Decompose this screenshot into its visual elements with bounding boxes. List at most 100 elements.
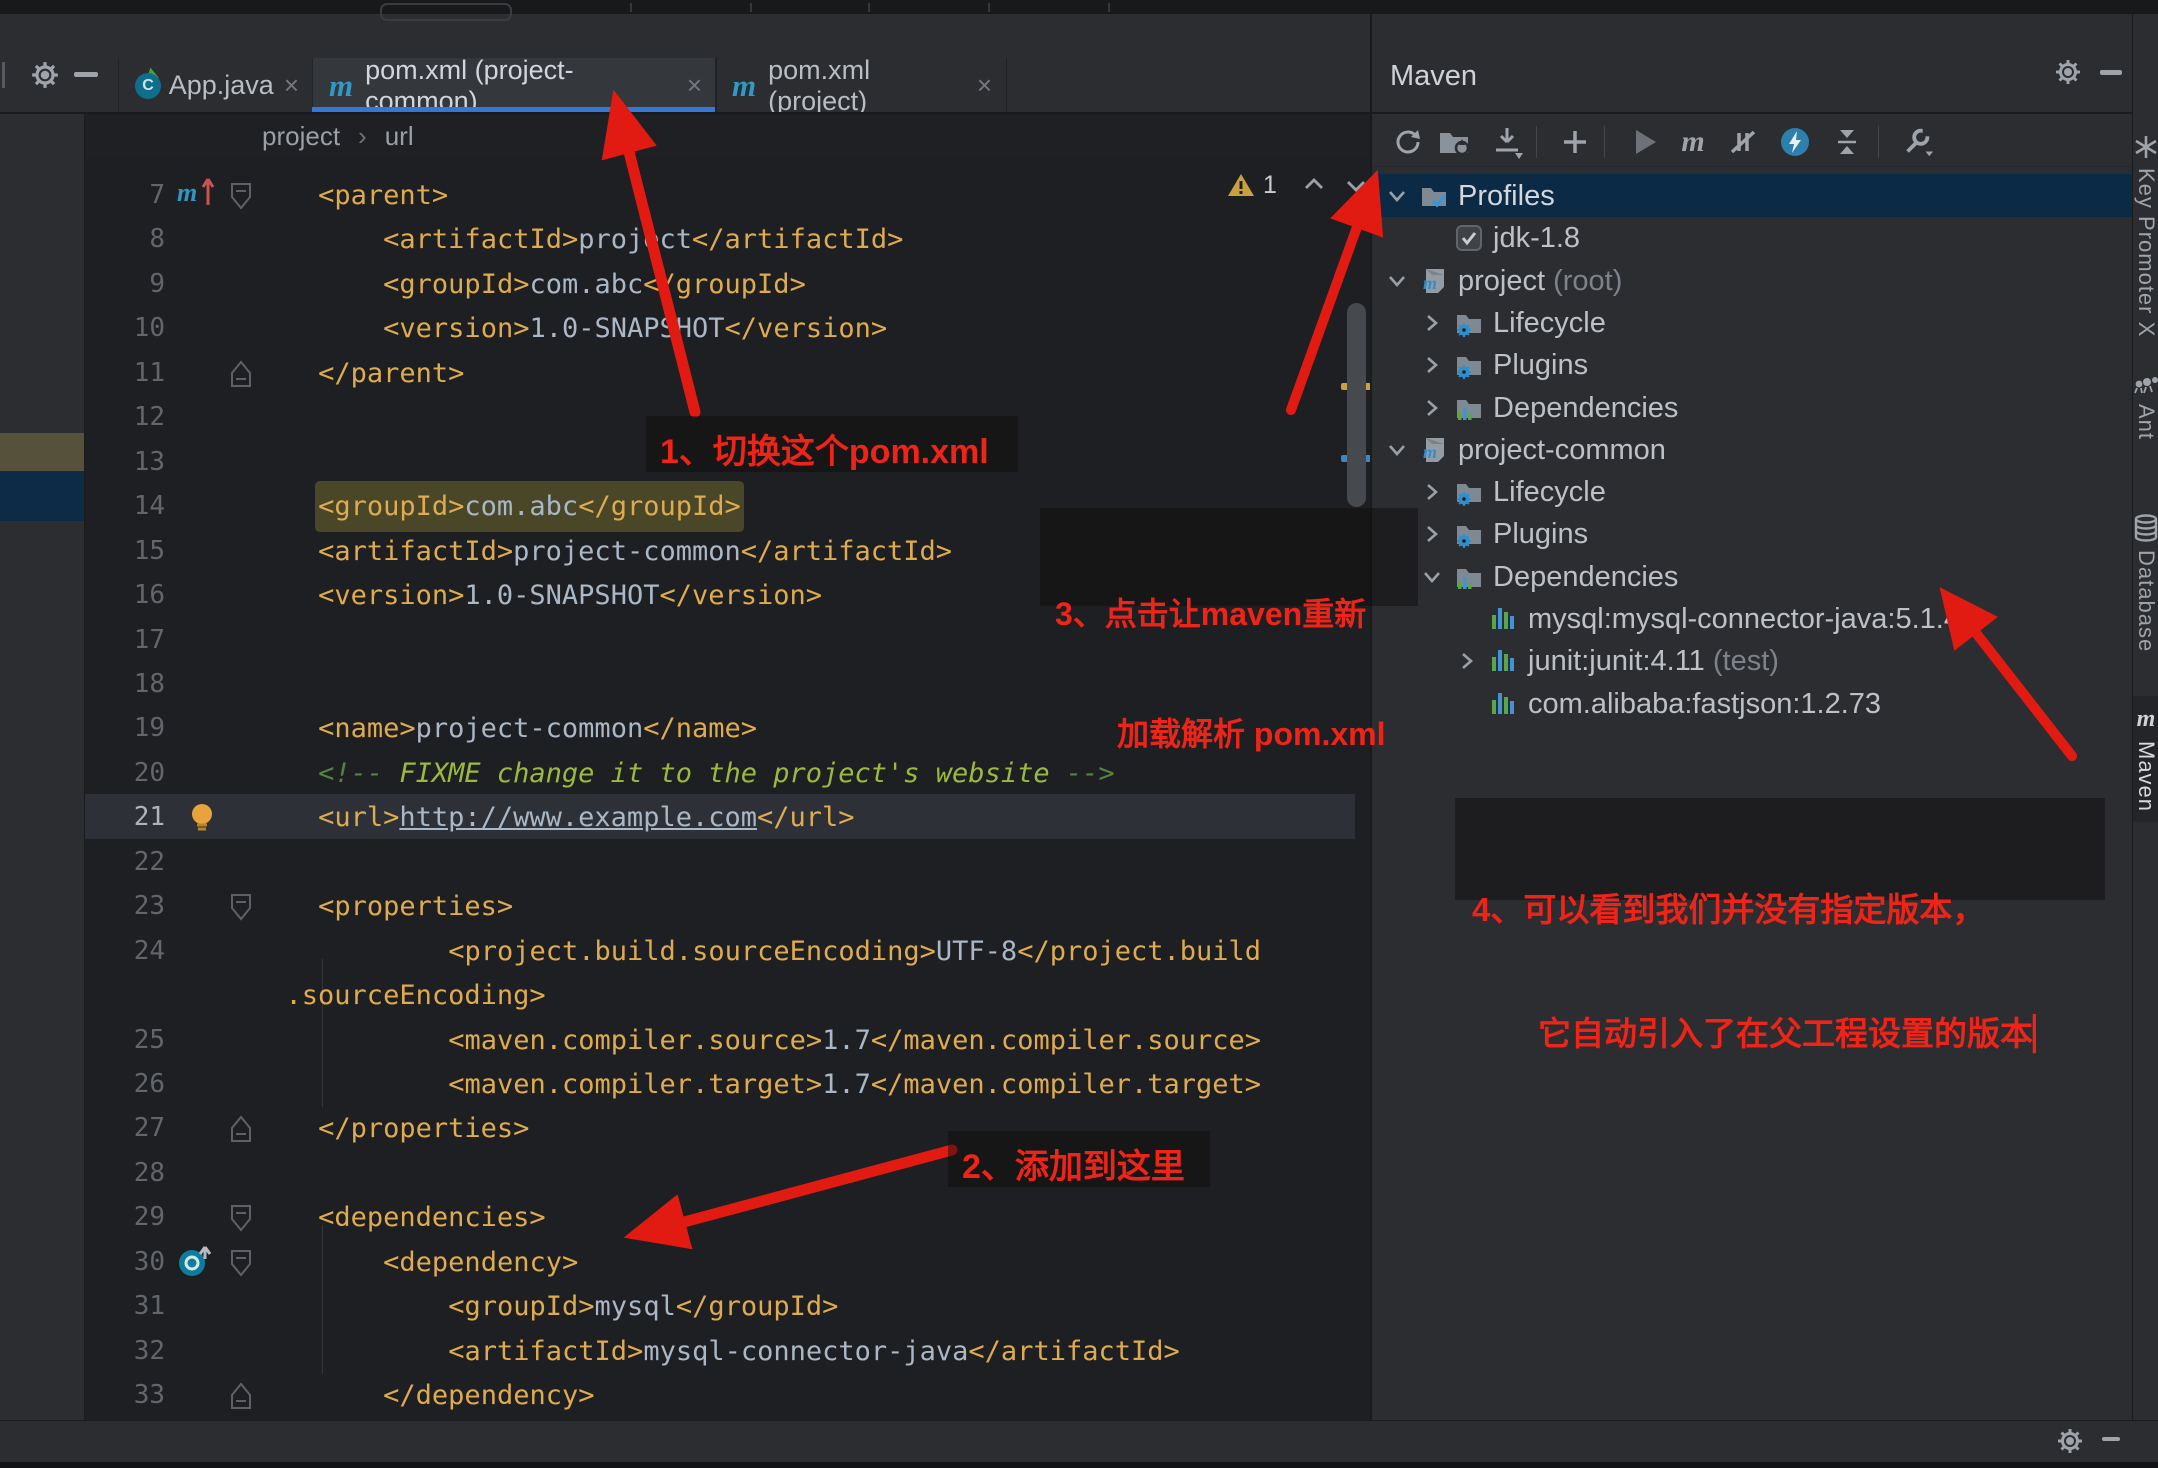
chevron-down-icon[interactable]	[1386, 270, 1408, 292]
folder-gear-icon	[1455, 309, 1483, 337]
bottom-minimize-icon[interactable]	[2102, 1437, 2120, 1441]
fold-marker-start[interactable]	[230, 1249, 252, 1277]
line-number: 20	[90, 751, 165, 796]
maven-tree-item-dependencies[interactable]: Dependencies	[1372, 556, 2132, 598]
checkbox-checked-icon[interactable]	[1455, 224, 1483, 252]
chevron-down-icon[interactable]	[1386, 439, 1408, 461]
skip-tests-icon[interactable]	[1726, 118, 1760, 166]
stripe-button-database[interactable]: Database	[2133, 514, 2158, 652]
fold-marker-start[interactable]	[230, 893, 252, 921]
database-icon	[2133, 514, 2158, 542]
editor-line-7[interactable]: 7m<parent>	[85, 173, 1370, 218]
editor-line-10[interactable]: 10<version>1.0-SNAPSHOT</version>	[85, 306, 1370, 351]
breadcrumb-separator: ›	[358, 121, 367, 152]
line-number: 32	[90, 1329, 165, 1374]
editor-gear-icon[interactable]	[30, 60, 60, 95]
tab-pom-xml-project-common-[interactable]: mpom.xml (project-common)×	[312, 58, 717, 113]
editor-scrollbar[interactable]	[1347, 303, 1366, 507]
stripe-button-ant[interactable]: Ant	[2133, 370, 2158, 440]
chevron-down-icon[interactable]	[1386, 185, 1408, 207]
chevron-right-icon[interactable]	[1421, 523, 1443, 545]
maven-tree-item-plugins[interactable]: Plugins	[1372, 344, 2132, 386]
close-icon[interactable]: ×	[977, 70, 992, 101]
collapse-all-icon[interactable]	[1830, 118, 1864, 166]
download-sources-icon[interactable]	[1490, 118, 1524, 166]
maven-tree-item-dependencies[interactable]: Dependencies	[1372, 387, 2132, 429]
tab-pom-xml-project-[interactable]: mpom.xml (project)×	[715, 58, 1007, 113]
maven-tree-item-com-alibaba-fastjson-1-2-73[interactable]: com.alibaba:fastjson:1.2.73	[1372, 683, 2132, 725]
maven-minimize-icon[interactable]	[2100, 70, 2122, 75]
line-number: 12	[90, 395, 165, 440]
line-number: 31	[90, 1284, 165, 1329]
chevron-right-icon[interactable]	[1456, 650, 1478, 672]
code-text: <artifactId>mysql-connector-java</artifa…	[448, 1329, 1180, 1374]
generate-sources-icon[interactable]	[1438, 118, 1472, 166]
tab-app-java[interactable]: CApp.java×	[118, 58, 314, 113]
chevron-right-icon[interactable]	[1421, 312, 1443, 334]
chevron-right-icon[interactable]	[1421, 354, 1443, 376]
class-upload-icon[interactable]	[177, 1245, 223, 1290]
fold-marker-end[interactable]	[230, 1115, 252, 1143]
toggle-offline-icon[interactable]	[1778, 118, 1812, 166]
maven-tree-item-plugins[interactable]: Plugins	[1372, 513, 2132, 555]
editor-line-22[interactable]: 22	[85, 840, 1370, 885]
line-number: 13	[90, 440, 165, 485]
editor-line-25[interactable]: 25<maven.compiler.source>1.7</maven.comp…	[85, 1018, 1370, 1063]
maven-tree-item-project[interactable]: mproject (root)	[1372, 260, 2132, 302]
maven-gear-icon[interactable]	[2054, 58, 2082, 91]
editor-line-32[interactable]: 32 <artifactId>mysql-connector-java</arti…	[85, 1329, 1370, 1374]
maven-goto-icon[interactable]: m	[175, 173, 221, 218]
maven-module-icon: m	[1420, 436, 1448, 464]
maven-icon: m	[329, 68, 353, 104]
editor-line-31[interactable]: 31<groupId>mysql</groupId>	[85, 1284, 1370, 1329]
chevron-right-icon[interactable]	[1421, 397, 1443, 419]
breadcrumb-item-url[interactable]: url	[385, 121, 414, 152]
fold-marker-start[interactable]	[230, 1204, 252, 1232]
chevron-down-icon[interactable]	[1421, 566, 1443, 588]
editor-line-23[interactable]: 23<properties>	[85, 884, 1370, 929]
editor-line-30[interactable]: 30<dependency>	[85, 1240, 1370, 1285]
editor-minimize-icon[interactable]	[74, 72, 98, 77]
editor-line-33[interactable]: 33</dependency>	[85, 1373, 1370, 1418]
editor-line-29[interactable]: 29<dependencies>	[85, 1195, 1370, 1240]
maven-tree-item-jdk-1-8[interactable]: jdk-1.8	[1372, 217, 2132, 259]
tree-item-label: Plugins	[1493, 513, 1588, 555]
line-number: 24	[90, 929, 165, 974]
editor-line-21[interactable]: 21<url>http://www.example.com</url>	[85, 795, 1370, 840]
run-icon[interactable]	[1628, 118, 1662, 166]
inspection-widget[interactable]: 1	[1227, 170, 1370, 200]
tab-label: pom.xml (project)	[768, 55, 967, 117]
maven-tree-item-mysql-mysql-connector-java-5-1-47[interactable]: mysql:mysql-connector-java:5.1.47	[1372, 598, 2132, 640]
editor-line-8[interactable]: 8<artifactId>project</artifactId>	[85, 217, 1370, 262]
chevron-right-icon[interactable]	[1421, 481, 1443, 503]
maven-tree-item-project-common[interactable]: mproject-common	[1372, 429, 2132, 471]
code-text: <dependencies>	[318, 1195, 546, 1240]
add-maven-project-icon[interactable]	[1558, 118, 1592, 166]
editor-line-11[interactable]: 11</parent>	[85, 351, 1370, 396]
code-text: <artifactId>project-common</artifactId>	[318, 529, 952, 574]
line-number: 7	[90, 173, 165, 218]
line-number: 19	[90, 706, 165, 751]
maven-tree-item-junit-junit-4-11[interactable]: junit:junit:4.11 (test)	[1372, 640, 2132, 682]
maven-settings-icon[interactable]	[1900, 118, 1934, 166]
fold-marker-start[interactable]	[230, 182, 252, 210]
maven-tree-item-profiles[interactable]: Profiles	[1372, 175, 2132, 217]
right-tool-stripe: Key Promoter X Ant Database mMaven	[2132, 14, 2158, 1420]
close-icon[interactable]: ×	[284, 70, 299, 101]
breadcrumb-item-project[interactable]: project	[262, 121, 340, 152]
fold-marker-end[interactable]	[230, 360, 252, 388]
execute-maven-goal-icon[interactable]: m	[1676, 118, 1710, 166]
stripe-button-key-promoter-x[interactable]: Key Promoter X	[2133, 134, 2158, 337]
stripe-button-maven[interactable]: mMaven	[2133, 696, 2158, 822]
editor-line-wrap[interactable]: .sourceEncoding>	[85, 973, 1370, 1018]
fold-marker-end[interactable]	[230, 1382, 252, 1410]
editor-line-9[interactable]: 9<groupId>com.abc</groupId>	[85, 262, 1370, 307]
close-icon[interactable]: ×	[687, 70, 702, 101]
annotation-text-cursor: ▏	[2033, 1015, 2058, 1052]
maven-tree-item-lifecycle[interactable]: Lifecycle	[1372, 302, 2132, 344]
bottom-gear-icon[interactable]	[2056, 1427, 2084, 1460]
maven-tree-item-lifecycle[interactable]: Lifecycle	[1372, 471, 2132, 513]
reload-all-maven-projects-icon[interactable]	[1390, 118, 1424, 166]
editor-line-26[interactable]: 26<maven.compiler.target>1.7</maven.comp…	[85, 1062, 1370, 1107]
editor-line-24[interactable]: 24<project.build.sourceEncoding>UTF-8</p…	[85, 929, 1370, 974]
